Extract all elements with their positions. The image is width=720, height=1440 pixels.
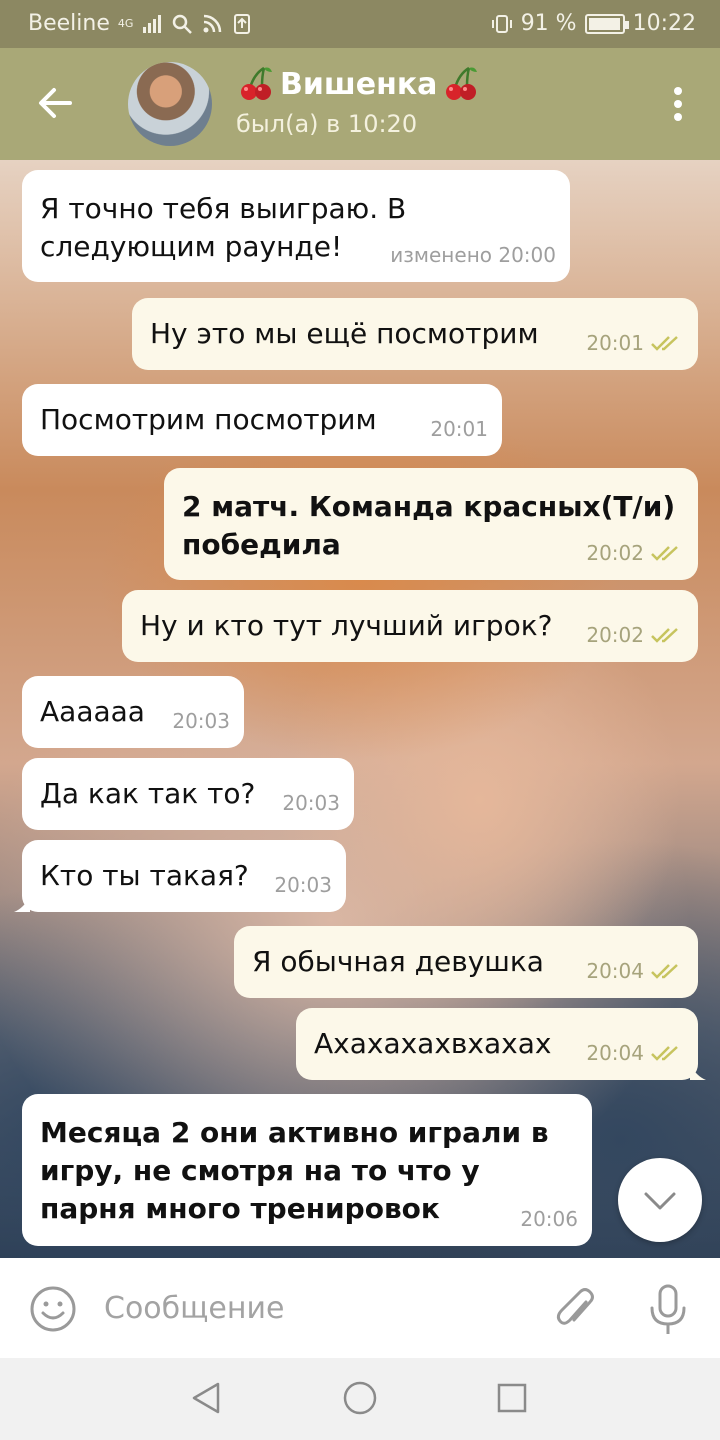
vibrate-icon xyxy=(491,14,512,33)
chat-header: Вишенка был(а) в 10:20 xyxy=(0,48,720,160)
system-nav-bar xyxy=(0,1358,720,1440)
double-check-icon xyxy=(651,1046,678,1061)
message-time: 20:04 xyxy=(586,1041,644,1065)
rss-icon xyxy=(203,14,222,32)
message-meta: 20:01 xyxy=(430,410,488,448)
message-edited-time: изменено 20:00 xyxy=(390,243,556,267)
message-bubble-out[interactable]: Ну это мы ещё посмотрим 20:01 xyxy=(132,298,698,370)
nav-back-icon[interactable] xyxy=(188,1380,224,1416)
emoji-icon[interactable] xyxy=(28,1284,78,1334)
more-vert-icon[interactable] xyxy=(672,86,684,122)
message-time: 20:03 xyxy=(274,873,332,897)
message-bubble-in[interactable]: Аааааа 20:03 xyxy=(22,676,244,748)
network-type-label: 4G xyxy=(117,17,134,30)
message-bubble-in[interactable]: Я точно тебя выиграю. В следующим раунде… xyxy=(22,170,570,282)
paperclip-icon[interactable] xyxy=(552,1284,600,1334)
message-meta: 20:03 xyxy=(282,784,340,822)
message-time: 20:02 xyxy=(586,623,644,647)
message-meta: 20:01 xyxy=(586,324,684,362)
microphone-icon[interactable] xyxy=(644,1282,692,1338)
chat-title: Вишенка xyxy=(280,66,438,102)
message-bubble-out[interactable]: 2 матч. Команда красных(Т/и) победила 20… xyxy=(164,468,698,580)
message-meta: 20:03 xyxy=(172,702,230,740)
message-time: 20:06 xyxy=(520,1207,578,1231)
message-input-bar xyxy=(0,1258,720,1358)
cherries-icon xyxy=(241,66,272,100)
message-bubble-out[interactable]: Ну и кто тут лучший игрок? 20:02 xyxy=(122,590,698,662)
chat-title-row[interactable]: Вишенка xyxy=(236,64,481,104)
message-time: 20:01 xyxy=(586,331,644,355)
cherries-icon xyxy=(446,66,478,100)
message-bubble-in[interactable]: Посмотрим посмотрим 20:01 xyxy=(22,384,502,456)
message-time: 20:03 xyxy=(282,791,340,815)
message-text: Посмотрим посмотрим xyxy=(40,403,377,436)
message-time: 20:04 xyxy=(586,959,644,983)
message-meta: 20:06 xyxy=(520,1200,578,1238)
message-meta: 20:02 xyxy=(586,616,684,654)
status-bar: Beeline 4G 91 % 10:22 xyxy=(0,0,720,48)
message-meta: изменено 20:00 xyxy=(390,236,556,274)
bubble-tail xyxy=(690,1064,706,1080)
message-list[interactable]: Я точно тебя выиграю. В следующим раунде… xyxy=(0,160,720,1258)
message-time: 20:03 xyxy=(172,709,230,733)
carrier-label: Beeline xyxy=(28,11,110,36)
double-check-icon xyxy=(651,964,678,979)
search-icon xyxy=(173,14,193,34)
message-text: Месяца 2 они активно играли в игру, не с… xyxy=(40,1116,549,1225)
message-bubble-in[interactable]: Кто ты такая? 20:03 xyxy=(14,840,346,912)
message-bubble-out[interactable]: Я обычная девушка 20:04 xyxy=(234,926,698,998)
message-meta: 20:03 xyxy=(274,866,332,904)
message-bubble-in[interactable]: Да как так то? 20:03 xyxy=(22,758,354,830)
clock: 10:22 xyxy=(632,11,696,36)
battery-percent: 91 % xyxy=(520,11,577,36)
signal-icon xyxy=(143,14,162,33)
upload-icon xyxy=(234,13,251,34)
battery-icon xyxy=(584,13,629,34)
back-arrow-icon[interactable] xyxy=(30,78,80,128)
scroll-down-button[interactable] xyxy=(618,1158,702,1242)
message-bubble-in[interactable]: Месяца 2 они активно играли в игру, не с… xyxy=(22,1094,592,1246)
bubble-tail xyxy=(14,896,30,912)
double-check-icon xyxy=(651,628,678,643)
message-meta: 20:02 xyxy=(586,534,684,572)
double-check-icon xyxy=(651,336,678,351)
message-input[interactable] xyxy=(104,1286,524,1330)
last-seen-status: был(а) в 10:20 xyxy=(236,110,418,138)
double-check-icon xyxy=(651,546,678,561)
message-time: 20:02 xyxy=(586,541,644,565)
nav-recents-icon[interactable] xyxy=(496,1382,528,1414)
message-meta: 20:04 xyxy=(586,1034,684,1072)
avatar[interactable] xyxy=(128,62,212,146)
message-bubble-out[interactable]: Ахахахахвхахах 20:04 xyxy=(296,1008,706,1080)
message-meta: 20:04 xyxy=(586,952,684,990)
chevron-down-icon xyxy=(644,1192,676,1210)
nav-home-icon[interactable] xyxy=(342,1380,378,1416)
message-time: 20:01 xyxy=(430,417,488,441)
